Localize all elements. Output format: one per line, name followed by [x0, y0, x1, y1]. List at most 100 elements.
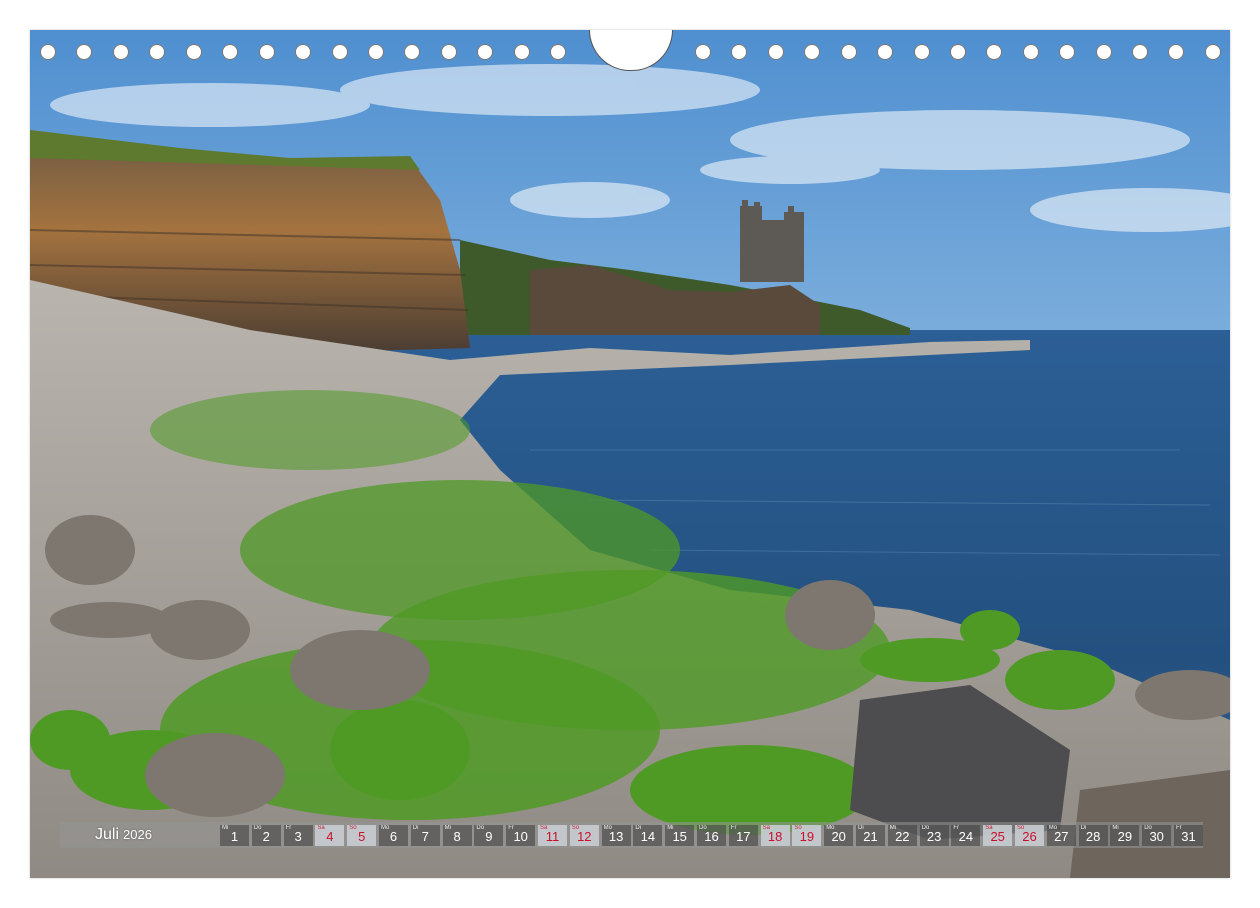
day-number: 28 — [1085, 829, 1101, 844]
binding-hole — [804, 44, 820, 60]
day-number: 17 — [736, 829, 751, 844]
day-cell: Mo 27 — [1046, 825, 1076, 846]
binding-hole — [986, 44, 1002, 60]
binding-hole — [113, 44, 129, 60]
coastal-castle-photo — [30, 30, 1230, 878]
binding-hole — [222, 44, 238, 60]
day-number: 12 — [577, 829, 592, 844]
day-number: 6 — [389, 829, 398, 844]
binding-hole — [1168, 44, 1184, 60]
binding-hole — [186, 44, 202, 60]
year-label: 2026 — [123, 827, 152, 842]
day-number: 22 — [895, 829, 910, 844]
day-cell: Mo 20 — [824, 825, 854, 846]
day-number: 25 — [990, 829, 1005, 844]
binding-hole — [1096, 44, 1112, 60]
binding-hole — [914, 44, 930, 60]
day-cell: Mo 6 — [379, 825, 408, 846]
binding-hole — [368, 44, 384, 60]
binding-hole — [40, 44, 56, 60]
binding-hole — [950, 44, 966, 60]
day-cell: Di 7 — [410, 825, 440, 846]
binding-hole — [1023, 44, 1039, 60]
day-number: 2 — [262, 829, 270, 844]
binding-hole — [695, 44, 711, 60]
day-cell: Do 23 — [919, 825, 949, 846]
day-number: 31 — [1181, 829, 1196, 844]
binding-hole — [1205, 44, 1221, 60]
day-cell: Mi 29 — [1110, 825, 1140, 846]
month-name: Juli — [95, 826, 120, 843]
day-number: 23 — [926, 829, 942, 844]
day-number: 4 — [326, 829, 334, 844]
day-number: 20 — [831, 829, 846, 844]
day-cell: Sa 11 — [538, 825, 567, 846]
binding-hole — [550, 44, 566, 60]
day-cell: Do 16 — [697, 825, 726, 846]
day-number: 13 — [608, 829, 624, 844]
day-number: 26 — [1022, 829, 1037, 844]
day-number: 1 — [230, 829, 239, 844]
binding-hole — [1132, 44, 1148, 60]
binding-hole — [441, 44, 457, 60]
day-cell: Fr 10 — [506, 825, 536, 846]
day-number: 7 — [421, 829, 429, 844]
binding-hole — [514, 44, 530, 60]
day-cell: So 5 — [347, 825, 377, 846]
day-cell: Do 9 — [474, 825, 504, 846]
month-label: Juli 2026 — [95, 826, 152, 844]
binding-hole — [332, 44, 348, 60]
day-cell: Fr 31 — [1174, 825, 1203, 846]
binding-hole — [768, 44, 784, 60]
day-cell: So 26 — [1015, 825, 1044, 846]
day-cell: Di 28 — [1078, 825, 1108, 846]
binding-hole — [1059, 44, 1075, 60]
day-cell: Sa 25 — [983, 825, 1013, 846]
day-cell: Mi 22 — [887, 825, 917, 846]
day-cell: Fr 17 — [728, 825, 758, 846]
binding-hole — [149, 44, 165, 60]
day-number: 5 — [358, 829, 366, 844]
binding-hole — [731, 44, 747, 60]
binding-hole — [404, 44, 420, 60]
day-number: 16 — [704, 829, 719, 844]
day-cell: So 19 — [792, 825, 822, 846]
hanger-cutout — [589, 30, 673, 71]
day-cell: Mi 8 — [442, 825, 472, 846]
calendar-page: Juli 2026 Mi 1 Do 2 Fr 3 Sa 4 So 5 Mo 6 Di 7 Mi 8 Do 9 Fr 10… — [30, 30, 1230, 878]
binding-hole — [841, 44, 857, 60]
binding-hole — [259, 44, 275, 60]
day-cell: So 12 — [569, 825, 599, 846]
day-cell: Do 30 — [1142, 825, 1172, 846]
day-number: 8 — [453, 829, 461, 844]
day-number: 14 — [640, 829, 656, 844]
binding-hole — [877, 44, 893, 60]
day-cell: Sa 18 — [760, 825, 790, 846]
day-cell: Fr 3 — [283, 825, 313, 846]
day-number: 15 — [672, 829, 687, 844]
binding-hole — [477, 44, 493, 60]
day-cell: Sa 4 — [315, 825, 345, 846]
day-cell: Di 21 — [856, 825, 885, 846]
calendar-strip: Juli 2026 Mi 1 Do 2 Fr 3 Sa 4 So 5 Mo 6 Di 7 Mi 8 Do 9 Fr 10… — [60, 822, 1203, 848]
day-number: 24 — [958, 829, 974, 844]
day-cell: Fr 24 — [951, 825, 981, 846]
day-cell: Di 14 — [633, 825, 663, 846]
day-cell: Do 2 — [251, 825, 281, 846]
day-number: 10 — [513, 829, 528, 844]
binding-hole — [295, 44, 311, 60]
day-cell: Mi 15 — [665, 825, 695, 846]
day-number: 21 — [863, 829, 878, 844]
day-number: 11 — [545, 829, 560, 844]
binding-hole — [76, 44, 92, 60]
day-number: 9 — [485, 829, 493, 844]
day-number: 18 — [767, 829, 783, 844]
day-number: 19 — [799, 829, 815, 844]
day-number: 3 — [294, 829, 302, 844]
day-number: 29 — [1117, 829, 1133, 844]
day-cell: Mo 13 — [601, 825, 631, 846]
day-number: 27 — [1054, 829, 1069, 844]
day-cell: Mi 1 — [220, 825, 249, 846]
day-number: 30 — [1149, 829, 1164, 844]
binding-holes — [30, 30, 1230, 80]
